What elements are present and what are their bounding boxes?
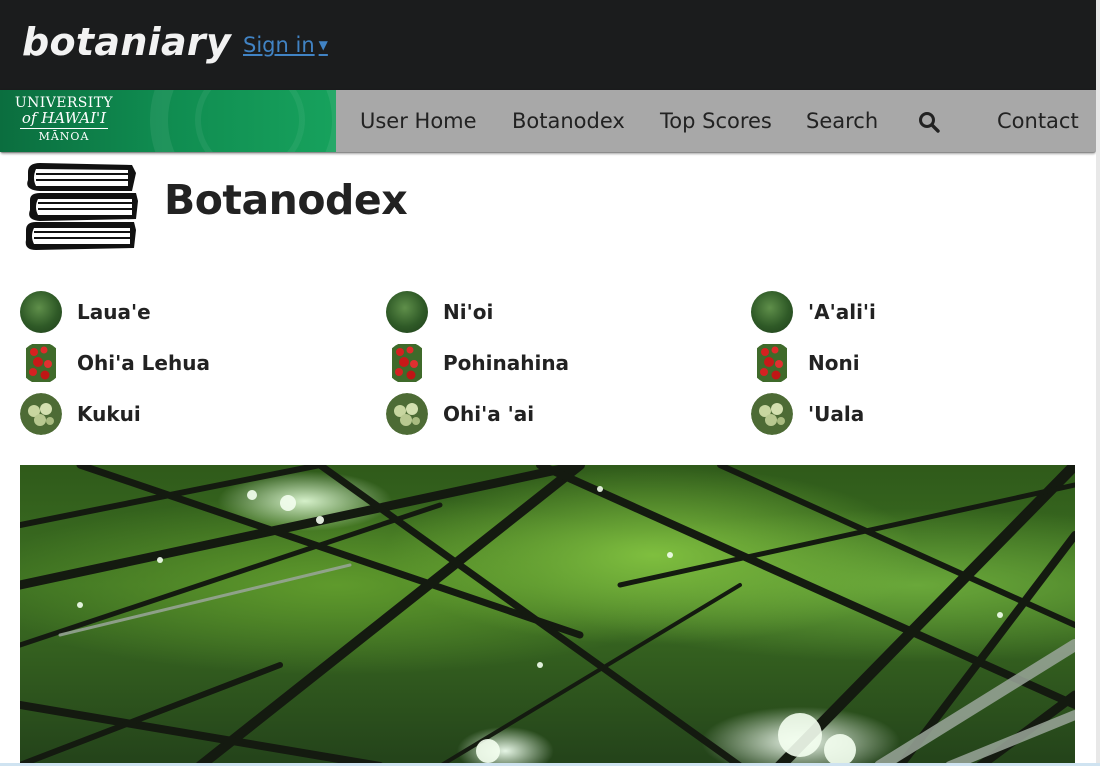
- university-wordmark: UNIVERSITY of HAWAI'I MĀNOA: [14, 96, 114, 142]
- university-logo[interactable]: UNIVERSITY of HAWAI'I MĀNOA: [0, 90, 336, 152]
- plant-thumbnail: [20, 393, 62, 435]
- plant-name[interactable]: 'Uala: [808, 393, 864, 435]
- plant-thumbnail: [386, 393, 428, 435]
- main-navigation: UNIVERSITY of HAWAI'I MĀNOA User Home Bo…: [0, 90, 1096, 153]
- bamboo-canopy-photo: [20, 465, 1075, 766]
- plant-name[interactable]: Laua'e: [77, 291, 151, 333]
- books-icon: [25, 163, 138, 250]
- nav-botanodex[interactable]: Botanodex: [512, 90, 625, 152]
- plant-name[interactable]: Ohi'a 'ai: [443, 393, 534, 435]
- sign-in-dropdown[interactable]: Sign in ▼: [243, 33, 328, 57]
- plant-thumbnail: [751, 393, 793, 435]
- bamboo-stalks: [20, 465, 1075, 766]
- plant-name[interactable]: Noni: [808, 342, 860, 384]
- plant-name[interactable]: Ohi'a Lehua: [77, 342, 210, 384]
- plant-name[interactable]: 'A'ali'i: [808, 291, 876, 333]
- plant-name[interactable]: Ni'oi: [443, 291, 493, 333]
- logo-line-1: UNIVERSITY: [14, 95, 114, 111]
- plant-name[interactable]: Kukui: [77, 393, 141, 435]
- search-icon[interactable]: [918, 111, 940, 133]
- nav-user-home[interactable]: User Home: [360, 90, 477, 152]
- logo-rule: [20, 128, 108, 129]
- seal-watermark-inner: [195, 90, 305, 152]
- nav-search[interactable]: Search: [806, 90, 878, 152]
- plant-name[interactable]: Pohinahina: [443, 342, 569, 384]
- top-header: botaniary Sign in ▼: [0, 0, 1100, 90]
- nav-top-scores[interactable]: Top Scores: [660, 90, 772, 152]
- page-title: Botanodex: [164, 176, 408, 224]
- caret-down-icon[interactable]: ▼: [319, 38, 328, 52]
- nav-contact[interactable]: Contact: [997, 90, 1079, 152]
- plant-thumbnail: [751, 291, 793, 333]
- logo-line-2: of HAWAI'I: [21, 109, 107, 127]
- logo-line-3: MĀNOA: [38, 130, 90, 143]
- sign-in-label[interactable]: Sign in: [243, 33, 315, 57]
- plant-thumbnail: [20, 291, 62, 333]
- plant-thumbnail: [386, 291, 428, 333]
- plant-thumbnail: [26, 344, 56, 382]
- brand-logo[interactable]: botaniary: [22, 20, 231, 64]
- scrollbar-edge[interactable]: [1096, 0, 1100, 766]
- plant-thumbnail: [757, 344, 787, 382]
- plant-thumbnail: [392, 344, 422, 382]
